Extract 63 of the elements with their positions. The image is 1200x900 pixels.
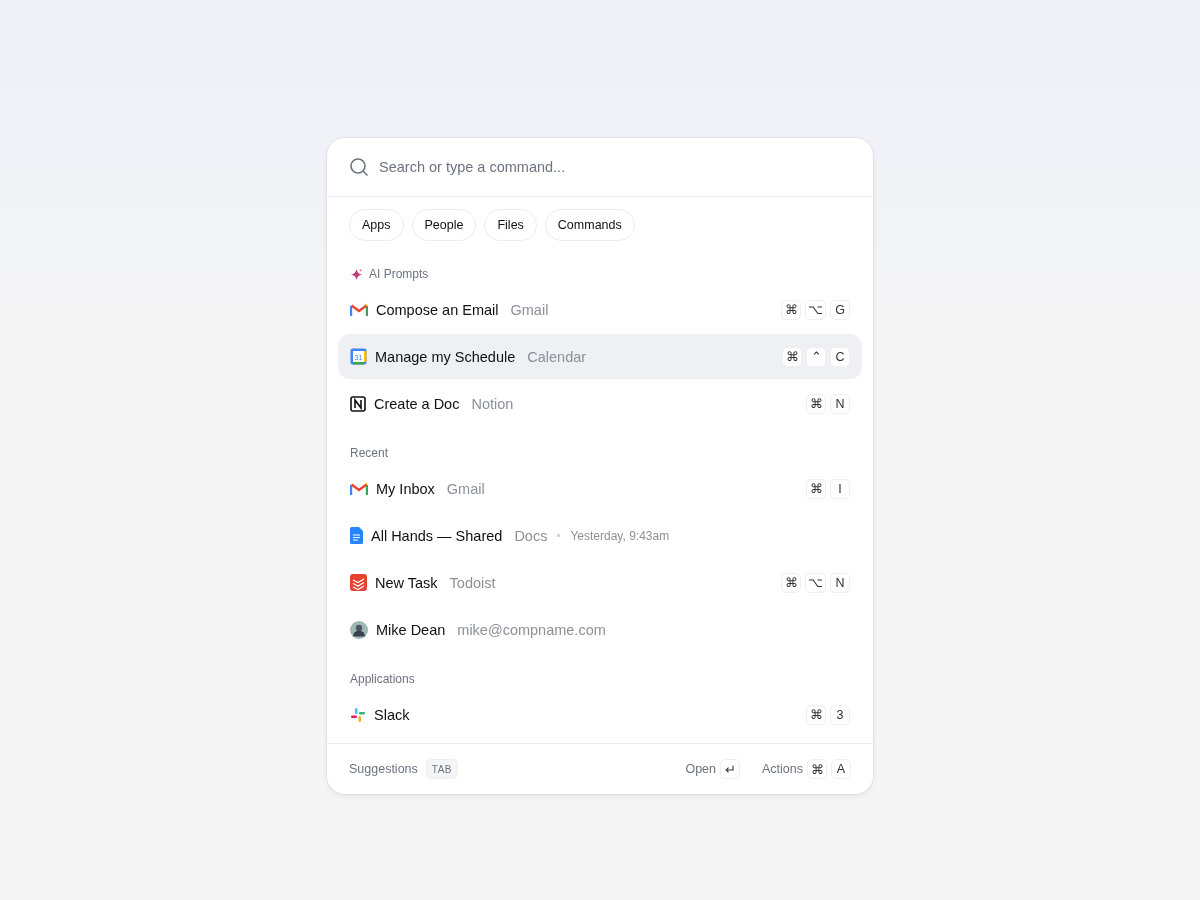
hash-grid-icon — [350, 706, 366, 723]
shortcut-key: ⌘ — [781, 299, 801, 320]
command-item[interactable]: Compose an Email Gmail ⌘ ⌥ G — [338, 287, 862, 332]
item-source: Gmail — [510, 301, 549, 318]
shortcut-key: ⌥ — [805, 572, 826, 593]
item-source: Notion — [471, 395, 514, 412]
shortcut-key: A — [831, 759, 851, 779]
footer-label: Suggestions — [349, 762, 418, 776]
command-item[interactable]: Slack ⌘ 3 — [338, 692, 862, 737]
item-title: My Inbox — [376, 480, 435, 497]
item-title: Create a Doc — [374, 395, 460, 412]
section-heading: Applications — [350, 672, 415, 686]
sparkle-icon — [350, 267, 363, 281]
command-item[interactable]: New Task Todoist ⌘ ⌥ N — [338, 560, 862, 605]
footer-label: Actions — [762, 762, 803, 776]
shortcut-key: N — [830, 393, 850, 414]
item-source: Calendar — [527, 348, 587, 365]
shortcut-key: TAB — [425, 759, 459, 779]
item-title: Compose an Email — [376, 301, 499, 318]
shortcut-key: ⌘ — [806, 393, 826, 414]
item-title: New Task — [375, 574, 438, 591]
envelope-m-icon — [350, 302, 368, 317]
item-source: Docs — [514, 527, 548, 544]
notion-n-icon — [350, 395, 366, 412]
item-title: Mike Dean — [376, 621, 446, 638]
shortcut-key: ⌘ — [806, 704, 826, 725]
footer-label: Open — [685, 762, 716, 776]
filter-chip[interactable]: Files — [484, 209, 537, 241]
search-icon — [349, 157, 369, 177]
command-item[interactable]: All Hands — Shared Docs Yesterday, 9:43am — [338, 513, 862, 558]
shortcut-key: N — [830, 572, 850, 593]
shortcut-key: ⌃ — [806, 346, 826, 367]
item-source: mike@compname.com — [457, 621, 606, 638]
item-source: Gmail — [446, 480, 485, 497]
shortcut-key: ⌘ — [782, 346, 802, 367]
task-list-icon — [350, 574, 367, 591]
shortcut-key: G — [830, 299, 850, 320]
command-item[interactable]: Create a Doc Notion ⌘ N — [338, 381, 862, 426]
filter-chip[interactable]: Apps — [349, 209, 404, 241]
shortcut-key: 3 — [830, 704, 850, 725]
command-item[interactable]: My Inbox Gmail ⌘ I — [338, 466, 862, 511]
shortcut-key: ⌘ — [781, 572, 801, 593]
search-field[interactable]: Search or type a command... — [377, 158, 851, 176]
item-title: Slack — [374, 706, 410, 723]
item-title: All Hands — Shared — [371, 527, 503, 544]
item-source: Todoist — [449, 574, 496, 591]
filter-chip[interactable]: Commands — [544, 209, 635, 241]
avatar-icon — [350, 620, 368, 639]
shortcut-key: C — [830, 346, 850, 367]
shortcut-key: ↵ — [720, 759, 740, 779]
item-title: Manage my Schedule — [375, 348, 516, 365]
shortcut-key: ⌘ — [807, 759, 827, 779]
envelope-m-icon — [350, 481, 368, 496]
section-heading: AI Prompts — [369, 267, 429, 281]
document-icon — [350, 527, 363, 544]
filter-chip[interactable]: People — [411, 209, 477, 241]
section-heading: Recent — [350, 446, 389, 460]
separator-dot — [557, 534, 561, 537]
shortcut-key: I — [830, 478, 850, 499]
command-item[interactable]: Mike Dean mike@compname.com — [338, 607, 862, 652]
item-time: Yesterday, 9:43am — [570, 528, 670, 543]
shortcut-key: ⌥ — [805, 299, 826, 320]
shortcut-key: ⌘ — [806, 478, 826, 499]
